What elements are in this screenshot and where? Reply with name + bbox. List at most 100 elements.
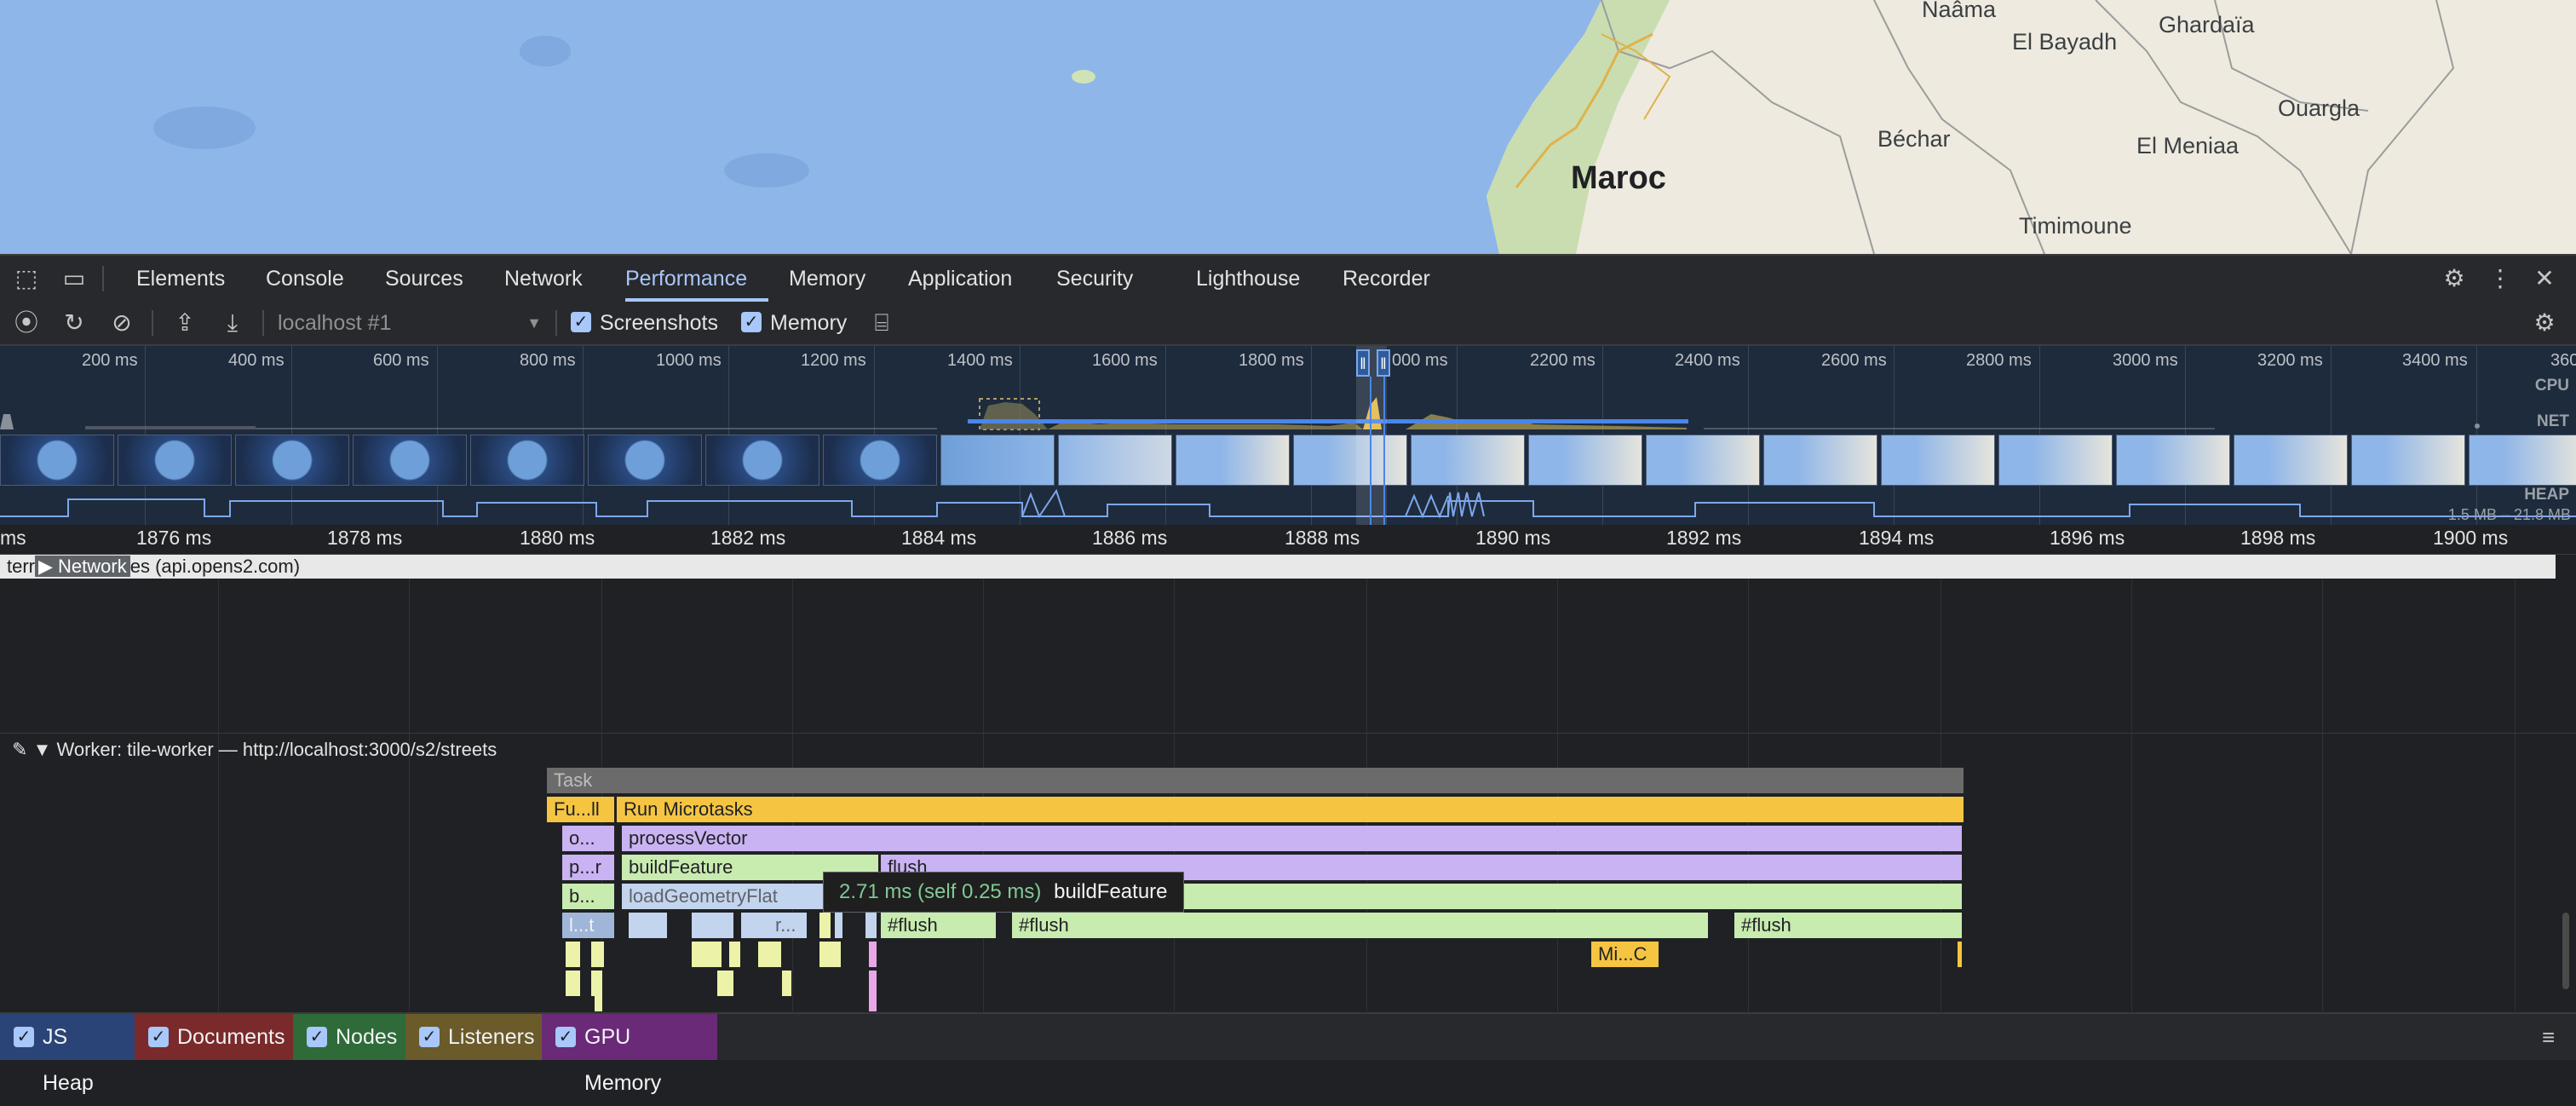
gpu-memory-checkbox[interactable]: ✓	[555, 1027, 576, 1047]
counter-js-heap[interactable]: ✓ JS Heap	[0, 1014, 135, 1095]
listeners-checkbox[interactable]: ✓	[419, 1027, 440, 1047]
screenshot-thumbnail[interactable]	[2351, 435, 2465, 486]
flame-chart-area[interactable]: terr ▶ Network es (api.opens2.com) ✎ ▼ Wor…	[0, 555, 2576, 1011]
screenshot-thumbnail[interactable]	[353, 435, 467, 486]
flame-bar[interactable]	[819, 913, 831, 938]
screenshot-thumbnail[interactable]	[588, 435, 702, 486]
device-toolbar-icon[interactable]: ▭	[60, 264, 89, 293]
flame-bar[interactable]	[692, 913, 734, 938]
screenshot-thumbnail[interactable]	[1058, 435, 1172, 486]
screenshot-thumbnail[interactable]	[940, 435, 1055, 486]
tab-lighthouse[interactable]: Lighthouse	[1196, 256, 1300, 302]
download-profile-icon[interactable]: ⤓	[218, 308, 247, 337]
flame-bar[interactable]	[566, 942, 581, 967]
screenshot-thumbnail[interactable]	[470, 435, 584, 486]
screenshot-thumbnail[interactable]	[0, 435, 114, 486]
timeline-ruler[interactable]: ms 1876 ms 1878 ms 1880 ms 1882 ms 1884 …	[0, 525, 2576, 555]
edit-pencil-icon[interactable]: ✎	[12, 739, 27, 760]
flame-bar[interactable]	[869, 971, 877, 996]
screenshot-thumbnail[interactable]	[1881, 435, 1995, 486]
tab-performance[interactable]: Performance	[625, 256, 768, 302]
timeline-overview[interactable]: 200 ms 400 ms 600 ms 800 ms 1000 ms 1200…	[0, 346, 2576, 525]
tab-console[interactable]: Console	[266, 256, 344, 302]
screenshot-thumbnail[interactable]	[1411, 435, 1525, 486]
memory-checkbox[interactable]: ✓	[741, 312, 762, 332]
counter-listeners[interactable]: ✓ Listeners	[405, 1014, 542, 1060]
more-options-icon[interactable]: ⋮	[2486, 264, 2515, 293]
flame-bar-flush[interactable]: #flush	[1012, 913, 1709, 938]
network-track-label[interactable]: ▶ Network	[35, 556, 130, 577]
flame-bar-flush[interactable]: #flush	[1734, 913, 1963, 938]
screenshot-thumbnail[interactable]	[823, 435, 937, 486]
tab-network[interactable]: Network	[504, 256, 583, 302]
flame-bar[interactable]	[729, 942, 741, 967]
tab-recorder[interactable]: Recorder	[1343, 256, 1430, 302]
menu-icon[interactable]: ≡	[2542, 1024, 2555, 1051]
flame-bar[interactable]: r...	[767, 913, 808, 938]
js-heap-checkbox[interactable]: ✓	[14, 1027, 34, 1047]
flame-bar[interactable]	[819, 942, 842, 967]
clear-icon[interactable]: ⊘	[107, 308, 136, 337]
screenshot-thumbnail[interactable]	[235, 435, 349, 486]
flame-bar[interactable]	[835, 913, 843, 938]
record-icon[interactable]: ⦿	[12, 308, 41, 337]
screenshot-thumbnail[interactable]	[1293, 435, 1407, 486]
flame-bar[interactable]	[758, 942, 782, 967]
flame-bar[interactable]	[869, 942, 877, 967]
screenshot-thumbnail[interactable]	[2469, 435, 2576, 486]
flame-bar[interactable]	[591, 942, 605, 967]
screenshot-thumbnail[interactable]	[705, 435, 819, 486]
close-devtools-icon[interactable]: ✕	[2530, 264, 2559, 293]
flame-bar[interactable]	[865, 913, 877, 938]
screenshot-thumbnail[interactable]	[1646, 435, 1760, 486]
flame-bar[interactable]	[629, 913, 668, 938]
capture-settings-gear-icon[interactable]: ⚙	[2530, 308, 2559, 337]
flame-bar-function-call[interactable]: Fu...ll	[547, 797, 615, 822]
map-viewport[interactable]: Naâma El Bayadh Ghardaïa Ouargla Béchar …	[0, 0, 2576, 254]
flame-bar[interactable]	[595, 994, 603, 1011]
screenshot-thumbnail[interactable]	[1528, 435, 1642, 486]
flame-bar-process-vector[interactable]: processVector	[622, 826, 1963, 851]
flame-bar[interactable]: l...t	[562, 913, 615, 938]
screenshot-thumbnail[interactable]	[2234, 435, 2348, 486]
selection-right-handle[interactable]: ‖	[1377, 349, 1390, 377]
counter-gpu-memory[interactable]: ✓ GPU Memory	[542, 1014, 717, 1095]
screenshot-thumbnail[interactable]	[2116, 435, 2230, 486]
flame-bar[interactable]	[869, 994, 877, 1011]
flame-bar[interactable]	[782, 971, 792, 996]
collapse-arrow-icon[interactable]: ▼	[33, 739, 52, 760]
screenshots-checkbox[interactable]: ✓	[571, 312, 591, 332]
screenshot-thumbnail[interactable]	[1763, 435, 1877, 486]
flame-bar-task[interactable]: Task	[547, 768, 1964, 793]
inspect-element-icon[interactable]: ⬚	[12, 264, 41, 293]
garbage-collect-icon[interactable]: ⌸	[867, 308, 896, 337]
tab-security[interactable]: Security	[1056, 256, 1133, 302]
upload-profile-icon[interactable]: ⇪	[170, 308, 199, 337]
flame-bar[interactable]	[717, 971, 734, 996]
tab-elements[interactable]: Elements	[136, 256, 225, 302]
flame-bar[interactable]: b...	[562, 884, 615, 909]
flame-bar-run-microtasks[interactable]: Run Microtasks	[617, 797, 1964, 822]
screenshot-thumbnail[interactable]	[1998, 435, 2113, 486]
flame-bar-minor-gc[interactable]: Mi...C	[1591, 942, 1659, 967]
flame-bar[interactable]: p...r	[562, 855, 615, 880]
flame-bar[interactable]: o...	[562, 826, 615, 851]
flame-bar[interactable]	[591, 971, 603, 996]
tab-sources[interactable]: Sources	[385, 256, 463, 302]
target-select[interactable]: localhost #1 ▼	[278, 307, 550, 339]
vertical-scrollbar[interactable]	[2562, 913, 2569, 989]
nodes-checkbox[interactable]: ✓	[307, 1027, 327, 1047]
tab-application[interactable]: Application	[908, 256, 1012, 302]
documents-checkbox[interactable]: ✓	[148, 1027, 169, 1047]
reload-record-icon[interactable]: ↻	[60, 308, 89, 337]
screenshot-thumbnail[interactable]	[1176, 435, 1290, 486]
tab-memory[interactable]: Memory	[789, 256, 865, 302]
selection-left-handle[interactable]: ‖	[1356, 349, 1370, 377]
flame-bar[interactable]	[692, 942, 722, 967]
flame-bar[interactable]	[741, 913, 768, 938]
flame-bar-flush[interactable]: #flush	[881, 913, 997, 938]
counter-nodes[interactable]: ✓ Nodes	[293, 1014, 405, 1060]
flame-bar[interactable]	[566, 971, 581, 996]
settings-gear-icon[interactable]: ⚙	[2440, 264, 2469, 293]
screenshot-thumbnail[interactable]	[118, 435, 232, 486]
